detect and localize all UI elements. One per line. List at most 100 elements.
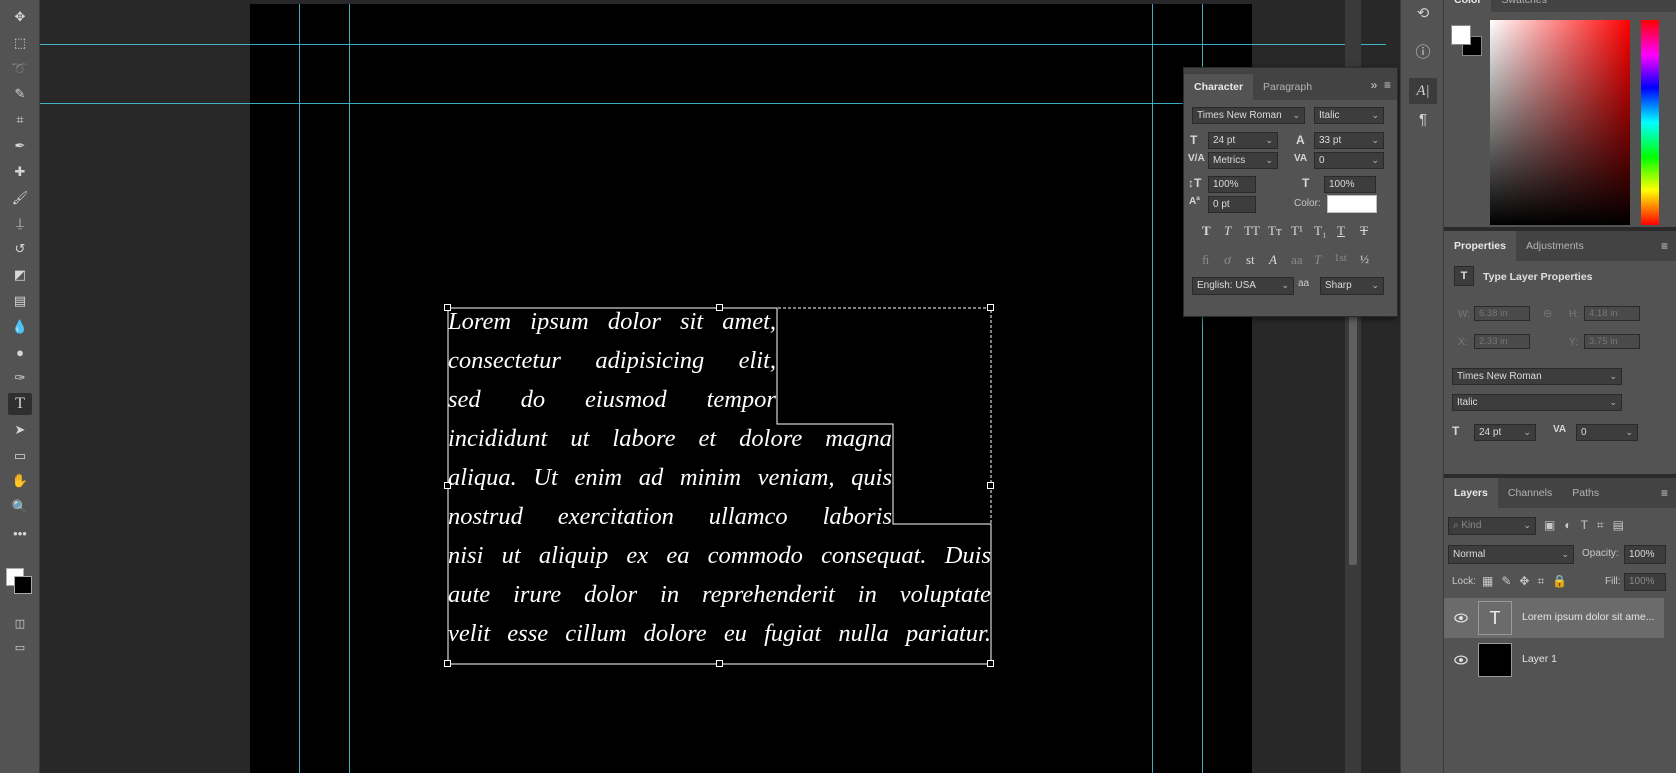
swash-icon[interactable]: A <box>1269 252 1277 268</box>
tab-swatches[interactable]: Swatches <box>1491 0 1557 12</box>
foreground-color-swatch-front[interactable] <box>1451 25 1471 45</box>
link-icon[interactable]: ⊖ <box>1543 307 1552 320</box>
tab-paths[interactable]: Paths <box>1562 478 1609 508</box>
paragraph-panel-icon[interactable]: ¶ <box>1409 106 1437 132</box>
lock-icons[interactable]: ▦✎✥⌗🔒 <box>1482 574 1575 589</box>
horizontal-scale-field[interactable]: 100% <box>1324 176 1376 193</box>
fill-field[interactable]: 100% <box>1624 573 1666 591</box>
tab-channels[interactable]: Channels <box>1498 478 1562 508</box>
stylistic-alternates-icon[interactable]: aa <box>1291 252 1303 268</box>
tab-layers[interactable]: Layers <box>1444 478 1498 508</box>
text-line: nostrud exercitation ullamco laboris <box>448 497 892 536</box>
text-word: veniam, <box>757 464 835 491</box>
width-field[interactable]: 6.38 in <box>1474 306 1530 321</box>
properties-font-style-select[interactable]: Italic ⌄ <box>1452 394 1622 411</box>
opacity-value: 100% <box>1629 549 1655 560</box>
discretionary-ligature-icon[interactable]: st <box>1246 252 1255 268</box>
panel-menu-icon[interactable]: ≡ <box>1661 239 1668 253</box>
chevron-down-icon: ⌄ <box>1371 110 1379 120</box>
font-size-icon: T <box>1190 133 1198 147</box>
y-field[interactable]: 3.75 in <box>1584 334 1640 349</box>
fractions-icon[interactable]: ½ <box>1360 252 1369 267</box>
tab-character[interactable]: Character <box>1184 74 1254 100</box>
font-size-field[interactable]: 24 pt ⌄ <box>1208 132 1278 149</box>
layers-panel-tabs: Layers Channels Paths ≡ <box>1444 478 1676 508</box>
blend-mode-select[interactable]: Normal ⌄ <box>1448 545 1574 564</box>
text-word: minim <box>679 464 742 491</box>
scrollbar-thumb[interactable] <box>1349 300 1357 565</box>
layer-row-pixel[interactable]: Layer 1 <box>1444 640 1664 680</box>
height-value: 4.18 in <box>1589 308 1618 319</box>
eye-icon[interactable] <box>1454 611 1468 625</box>
layer-row-text[interactable]: T Lorem ipsum dolor sit ame... <box>1444 598 1664 638</box>
panel-menu-icon[interactable]: ≡ <box>1661 486 1668 500</box>
layer-filter-kind[interactable]: ⌕ Kind ⌄ <box>1448 517 1536 535</box>
properties-font-family-select[interactable]: Times New Roman ⌄ <box>1452 368 1622 385</box>
text-word: magna <box>825 425 892 452</box>
transform-handle[interactable] <box>444 660 451 667</box>
text-word: incididunt <box>448 425 548 452</box>
opacity-field[interactable]: 100% <box>1624 545 1666 564</box>
leading-field[interactable]: 33 pt ⌄ <box>1314 132 1384 149</box>
height-label: H: <box>1569 309 1579 320</box>
info-icon[interactable]: ⓘ <box>1409 38 1437 64</box>
language-select[interactable]: English: USA ⌄ <box>1192 277 1294 295</box>
layer-filter-icons[interactable]: ▣◐T⌗▤ <box>1544 518 1633 533</box>
all-caps-icon[interactable]: TT <box>1244 223 1260 239</box>
tab-adjustments[interactable]: Adjustments <box>1516 231 1594 261</box>
character-panel-icon[interactable]: A| <box>1409 78 1437 104</box>
tab-color[interactable]: Color <box>1444 0 1492 12</box>
subscript-icon[interactable]: T₁ <box>1314 223 1326 239</box>
tracking-select[interactable]: 0 ⌄ <box>1314 152 1384 169</box>
layer-name[interactable]: Lorem ipsum dolor sit ame... <box>1522 611 1654 623</box>
small-caps-icon[interactable]: Tт <box>1268 223 1282 239</box>
underline-icon[interactable]: T <box>1337 223 1345 239</box>
baseline-shift-field[interactable]: 0 pt <box>1208 196 1256 213</box>
vertical-scale-value: 100% <box>1213 179 1239 190</box>
transform-handle[interactable] <box>716 660 723 667</box>
properties-font-size-field[interactable]: 24 pt ⌄ <box>1474 424 1536 441</box>
panel-icon-strip: ⟲ ⓘ A| ¶ <box>1400 0 1444 773</box>
transform-handle[interactable] <box>987 660 994 667</box>
chevron-down-icon: ⌄ <box>1371 135 1379 145</box>
color-panel-tabs: Color Swatches <box>1444 0 1676 12</box>
baseline-shift-icon: Aª <box>1189 196 1200 207</box>
font-style-select[interactable]: Italic ⌄ <box>1314 107 1384 124</box>
text-layer-thumbnail-icon: T <box>1478 601 1512 635</box>
leading-value: 33 pt <box>1319 135 1342 146</box>
text-word: sit <box>680 308 704 335</box>
height-field[interactable]: 4.18 in <box>1584 306 1640 321</box>
eye-icon[interactable] <box>1454 653 1468 667</box>
paragraph-text[interactable]: Lorem ipsum dolor sit amet, consectetur adipis… <box>448 302 992 653</box>
antialias-select[interactable]: Sharp ⌄ <box>1320 277 1384 295</box>
properties-tracking-field[interactable]: 0 ⌄ <box>1576 424 1638 441</box>
panel-collapse-icon[interactable]: » ≡ <box>1371 78 1391 92</box>
layer-name[interactable]: Layer 1 <box>1522 653 1557 665</box>
ligature-icon[interactable]: ﬁ <box>1202 252 1209 268</box>
text-word: dolor <box>607 308 661 335</box>
antialias-icon: aa <box>1298 278 1310 289</box>
tab-paragraph[interactable]: Paragraph <box>1253 74 1322 100</box>
old-style-icon[interactable]: ơ <box>1224 252 1231 268</box>
superscript-icon[interactable]: T¹ <box>1291 223 1303 239</box>
titling-alternates-icon[interactable]: T <box>1314 252 1321 268</box>
text-word: irure <box>513 581 562 608</box>
text-line: velit esse cillum dolore eu fugiat nulla pariat… <box>448 614 991 653</box>
chevron-down-icon: ⌄ <box>1609 371 1617 381</box>
history-icon[interactable]: ⟲ <box>1409 0 1437 26</box>
properties-font-size-value: 24 pt <box>1479 427 1502 438</box>
tab-properties[interactable]: Properties <box>1444 231 1516 261</box>
faux-italic-icon[interactable]: T <box>1224 223 1231 239</box>
strikethrough-icon[interactable]: T <box>1360 223 1368 239</box>
text-color-swatch[interactable] <box>1327 195 1377 213</box>
color-picker-field[interactable] <box>1490 20 1630 225</box>
text-word: dolore <box>643 620 707 647</box>
kerning-select[interactable]: Metrics ⌄ <box>1208 152 1278 169</box>
hue-slider[interactable] <box>1641 20 1659 225</box>
faux-bold-icon[interactable]: T <box>1202 223 1211 239</box>
vertical-scale-field[interactable]: 100% <box>1208 176 1256 193</box>
x-field[interactable]: 2.33 in <box>1474 334 1530 349</box>
font-family-select[interactable]: Times New Roman ⌄ <box>1192 107 1305 124</box>
kerning-value: Metrics <box>1213 155 1246 166</box>
ordinals-icon[interactable]: 1st <box>1334 252 1347 264</box>
